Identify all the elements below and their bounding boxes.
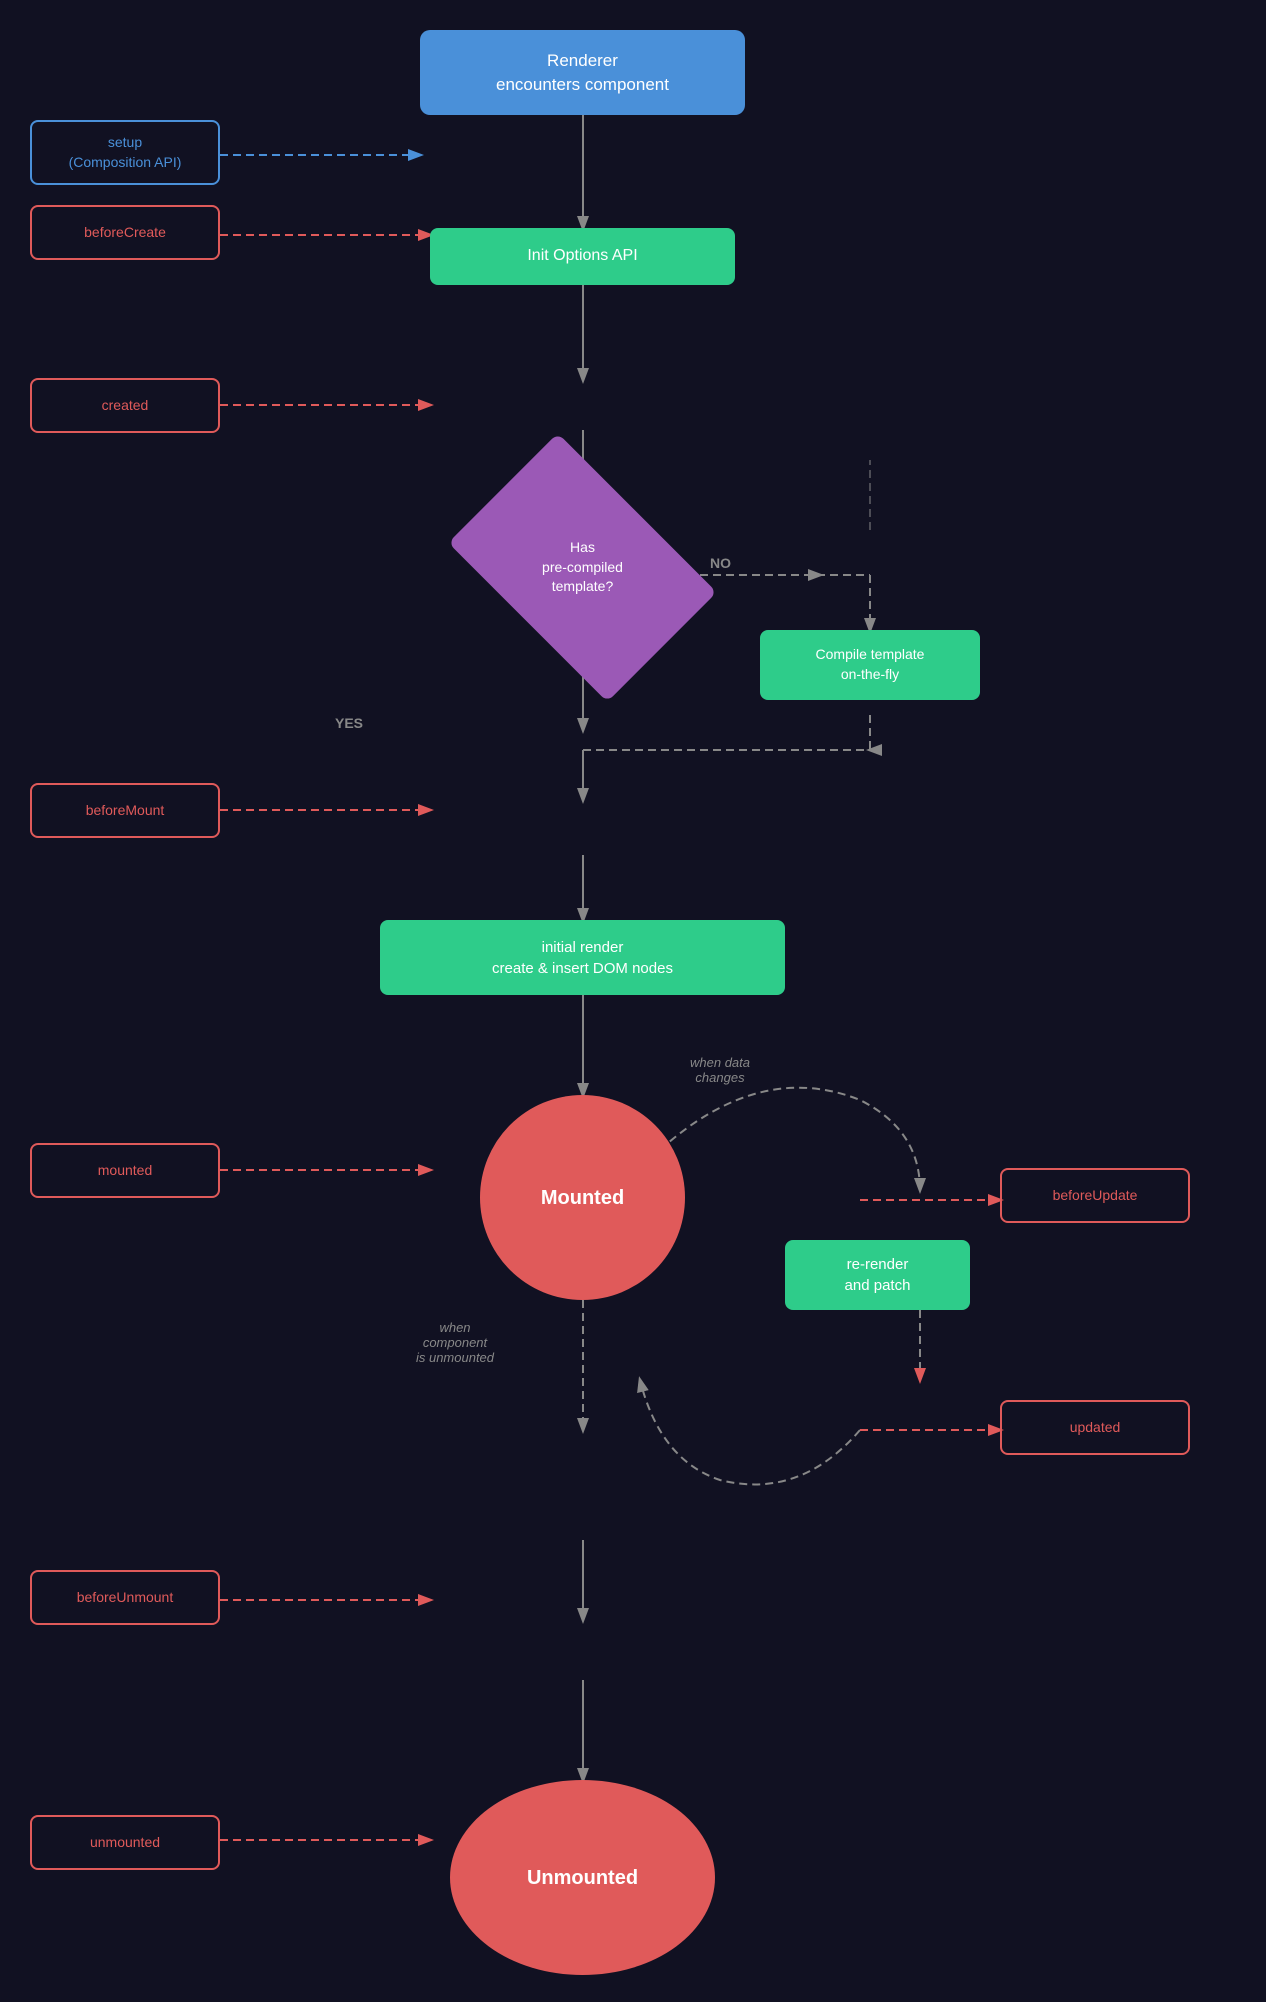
- lifecycle-diagram: Rendererencounters component setup(Compo…: [0, 0, 1266, 2002]
- initial-render-node: initial rendercreate & insert DOM nodes: [380, 920, 785, 995]
- unmounted-hook-node: unmounted: [30, 1815, 220, 1870]
- has-template-diamond: Haspre-compiledtemplate?: [448, 433, 717, 702]
- before-update-node: beforeUpdate: [1000, 1168, 1190, 1223]
- unmounted-circle: Unmounted: [450, 1780, 715, 1975]
- mounted-hook-node: mounted: [30, 1143, 220, 1198]
- updated-node: updated: [1000, 1400, 1190, 1455]
- rerender-node: re-renderand patch: [785, 1240, 970, 1310]
- before-create-node: beforeCreate: [30, 205, 220, 260]
- setup-node: setup(Composition API): [30, 120, 220, 185]
- init-options-node: Init Options API: [430, 228, 735, 285]
- no-label: NO: [710, 555, 731, 571]
- when-component-unmounted-label: whencomponentis unmounted: [380, 1320, 530, 1365]
- when-data-changes-label: when datachanges: [660, 1055, 780, 1085]
- yes-label: YES: [335, 715, 363, 731]
- before-mount-node: beforeMount: [30, 783, 220, 838]
- compile-template-node: Compile templateon-the-fly: [760, 630, 980, 700]
- renderer-node: Rendererencounters component: [420, 30, 745, 115]
- arrows-overlay: [0, 0, 1266, 2002]
- before-unmount-node: beforeUnmount: [30, 1570, 220, 1625]
- created-node: created: [30, 378, 220, 433]
- mounted-circle: Mounted: [480, 1095, 685, 1300]
